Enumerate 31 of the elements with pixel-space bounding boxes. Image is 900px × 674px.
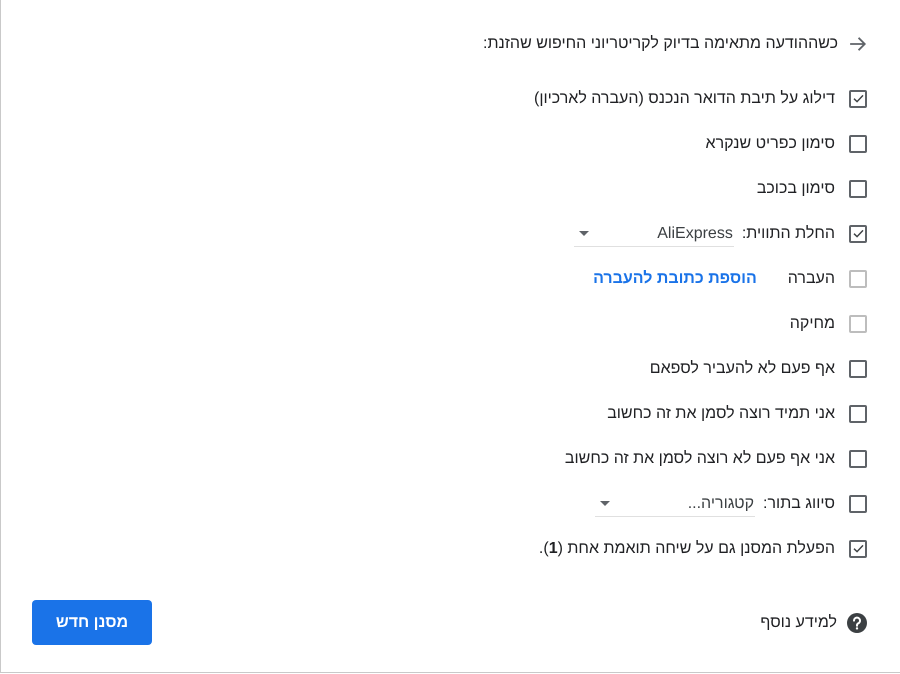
help-icon: [847, 612, 867, 632]
option-label: סימון בכוכב: [756, 180, 835, 198]
checkbox[interactable]: [849, 134, 867, 152]
option-label: סיווג בתור:: [763, 494, 835, 512]
caret-icon: [600, 501, 610, 506]
criteria-text: כשההודעה מתאימה בדיוק לקריטריוני החיפוש שהזנת:: [483, 34, 838, 52]
option-label: אני אף פעם לא רוצה לסמן את זה כחשוב: [564, 450, 835, 468]
option-label: סימון כפריט שנקרא: [706, 134, 835, 152]
checkbox[interactable]: [849, 494, 867, 512]
caret-icon: [578, 231, 589, 236]
checkbox[interactable]: [849, 450, 867, 468]
checkbox[interactable]: [849, 180, 867, 198]
option-label: דילוג על תיבת הדואר הנכנס (העברה לארכיון): [534, 90, 835, 108]
dropdown[interactable]: קטגוריה...: [595, 492, 756, 516]
arrow-right-icon: [849, 34, 867, 52]
checkbox[interactable]: [849, 224, 867, 242]
option-label: החלת התווית:: [742, 224, 835, 242]
check-icon: [852, 544, 864, 553]
checkbox[interactable]: [849, 540, 867, 558]
option-label: מחיקה: [790, 314, 835, 332]
option-label: אף פעם לא להעביר לספאם: [650, 360, 835, 378]
checkbox[interactable]: [849, 360, 867, 378]
option-label: אני תמיד רוצה לסמן את זה כחשוב: [607, 404, 835, 422]
learn-more-link[interactable]: למידע נוסף: [760, 614, 837, 632]
option-label: העברה: [788, 270, 835, 288]
checkbox[interactable]: [849, 404, 867, 422]
dropdown[interactable]: AliExpress: [574, 222, 734, 246]
new-filter-button[interactable]: מסנן חדש: [32, 600, 152, 645]
check-icon: [852, 229, 864, 238]
checkbox[interactable]: [849, 90, 867, 108]
check-icon: [852, 94, 864, 103]
